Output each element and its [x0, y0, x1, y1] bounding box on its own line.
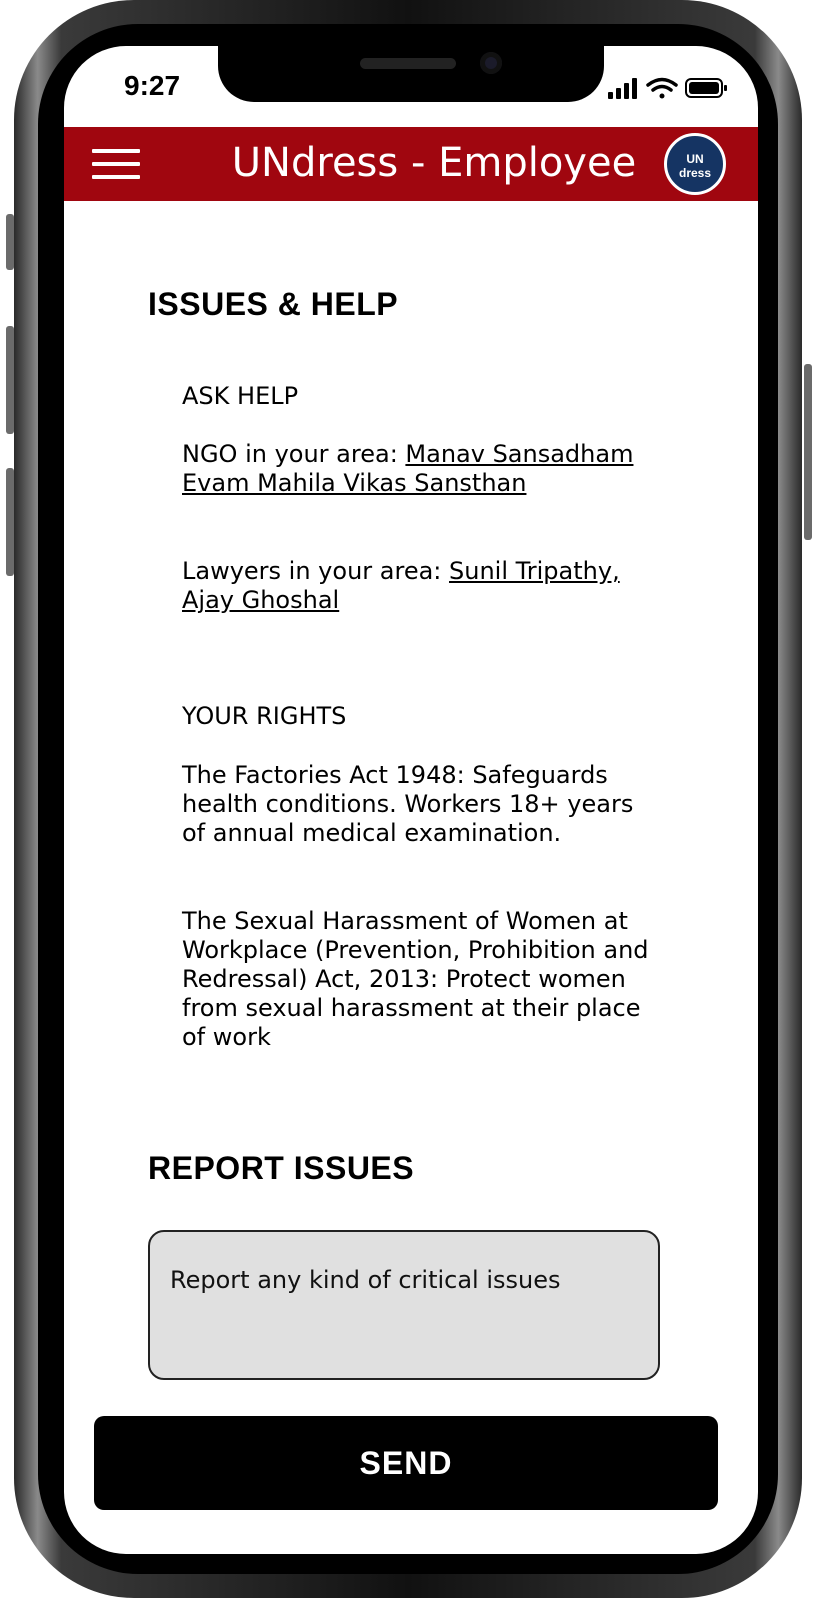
sexual-harassment-act-text: The Sexual Harassment of Women at Workpl… — [182, 907, 649, 1051]
lawyers-label: Lawyers in your area: — [182, 557, 450, 585]
status-time: 9:27 — [124, 70, 181, 101]
report-placeholder: Report any kind of critical issues — [170, 1266, 561, 1294]
logo-text-top: UN — [686, 152, 704, 166]
report-issue-input[interactable]: Report any kind of critical issues — [148, 1230, 660, 1380]
signal-icon — [608, 78, 637, 99]
report-issues-title: REPORT ISSUES — [148, 1150, 415, 1186]
your-rights-heading: YOUR RIGHTS — [182, 702, 347, 730]
front-camera — [480, 52, 502, 74]
ngo-label: NGO in your area: — [182, 440, 406, 468]
volume-up-button — [6, 326, 14, 434]
factories-act-text: The Factories Act 1948: Safeguards healt… — [182, 761, 634, 847]
phone-screen: 9:27 UNdress - Employee UN dress ISSUES … — [64, 46, 758, 1554]
undress-logo[interactable]: UN dress — [664, 133, 726, 195]
app-header: UNdress - Employee UN dress — [64, 127, 758, 201]
app-title: UNdress - Employee — [231, 140, 637, 186]
logo-text-bottom: dress — [678, 166, 712, 180]
volume-down-button — [6, 468, 14, 576]
issues-help-title: ISSUES & HELP — [148, 286, 399, 322]
lawyers-paragraph: Lawyers in your area: Sunil Tripathy, Aj… — [182, 557, 662, 615]
hamburger-menu-icon[interactable] — [92, 149, 140, 179]
ngo-paragraph: NGO in your area: Manav Sansadham Evam M… — [182, 440, 662, 498]
mute-switch — [6, 214, 14, 270]
power-button — [804, 364, 812, 540]
status-icons — [608, 77, 727, 99]
notch — [218, 46, 604, 102]
wifi-icon — [646, 77, 678, 99]
send-button[interactable]: SEND — [94, 1416, 718, 1510]
speaker-grille — [360, 58, 456, 69]
ask-help-heading: ASK HELP — [182, 382, 299, 410]
battery-icon — [685, 78, 727, 98]
